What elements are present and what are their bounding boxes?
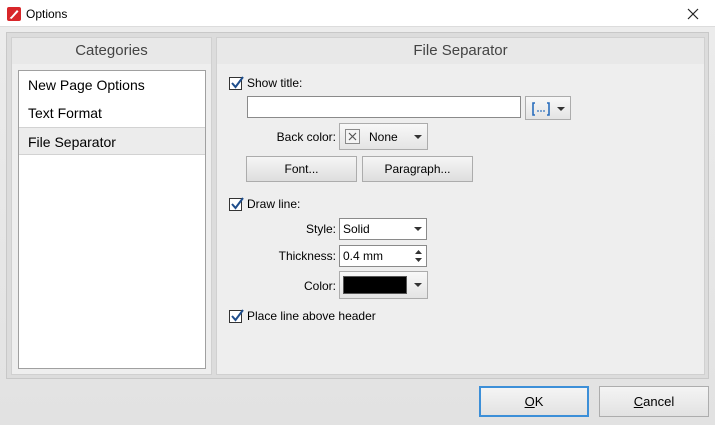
- style-label: Style:: [305, 222, 336, 236]
- chevron-down-icon: [414, 283, 422, 287]
- line-color-dropdown[interactable]: [339, 271, 428, 299]
- back-color-label: Back color:: [276, 130, 336, 144]
- back-color-dropdown[interactable]: None: [339, 123, 428, 150]
- category-item-file-separator[interactable]: File Separator: [19, 127, 205, 155]
- place-line-above-header-label: Place line above header: [247, 309, 376, 323]
- title-text-input[interactable]: [247, 96, 521, 118]
- ok-button-label: OK: [524, 394, 544, 409]
- chevron-down-icon: [414, 227, 422, 231]
- spin-arrows-icon[interactable]: [414, 248, 423, 264]
- show-title-label: Show title:: [247, 76, 303, 90]
- category-item-new-page-options[interactable]: New Page Options: [19, 71, 205, 99]
- checkmark-icon: [231, 197, 244, 210]
- window-title: Options: [26, 7, 68, 21]
- checkmark-icon: [231, 76, 244, 89]
- line-color-swatch: [343, 276, 407, 294]
- thickness-spinbox[interactable]: 0.4 mm: [339, 245, 427, 267]
- font-button[interactable]: Font...: [246, 156, 357, 182]
- cancel-button-label: Cancel: [633, 394, 675, 409]
- close-icon: [687, 8, 699, 19]
- insert-macro-button[interactable]: [525, 96, 571, 120]
- chevron-down-icon: [557, 107, 565, 111]
- categories-header: Categories: [12, 38, 211, 64]
- categories-list[interactable]: New Page Options Text Format File Separa…: [18, 70, 206, 369]
- thickness-label: Thickness:: [278, 249, 336, 263]
- macro-brackets-icon: [532, 102, 550, 116]
- style-value: Solid: [343, 222, 370, 236]
- no-color-icon: [348, 132, 357, 141]
- chevron-down-icon: [414, 135, 422, 139]
- draw-line-checkbox[interactable]: [229, 197, 244, 211]
- show-title-checkbox[interactable]: [229, 76, 244, 90]
- color-label: Color:: [303, 279, 336, 293]
- paragraph-button[interactable]: Paragraph...: [362, 156, 473, 182]
- app-logo-icon: [7, 7, 21, 21]
- back-color-value: None: [369, 130, 398, 144]
- place-line-above-header-checkbox[interactable]: [229, 309, 244, 323]
- checkmark-icon: [231, 309, 244, 322]
- title-bar: Options: [0, 0, 715, 27]
- ok-button[interactable]: OK: [479, 386, 589, 417]
- thickness-value: 0.4 mm: [343, 249, 384, 263]
- category-item-text-format[interactable]: Text Format: [19, 99, 205, 127]
- no-color-swatch: [345, 129, 360, 144]
- draw-line-label: Draw line:: [247, 197, 301, 211]
- cancel-button[interactable]: Cancel: [599, 386, 709, 417]
- settings-header: File Separator: [217, 38, 704, 64]
- style-dropdown[interactable]: Solid: [339, 218, 427, 240]
- close-button[interactable]: [671, 0, 715, 27]
